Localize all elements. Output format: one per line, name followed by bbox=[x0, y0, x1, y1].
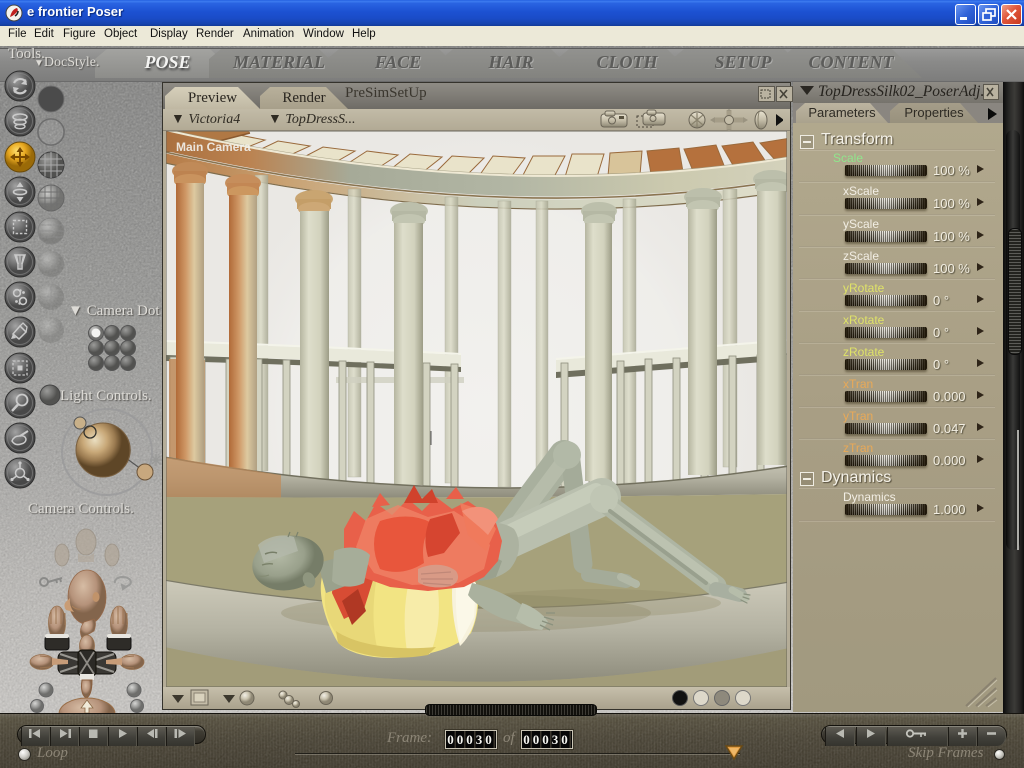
svg-text:Main Camera: Main Camera bbox=[176, 140, 251, 154]
